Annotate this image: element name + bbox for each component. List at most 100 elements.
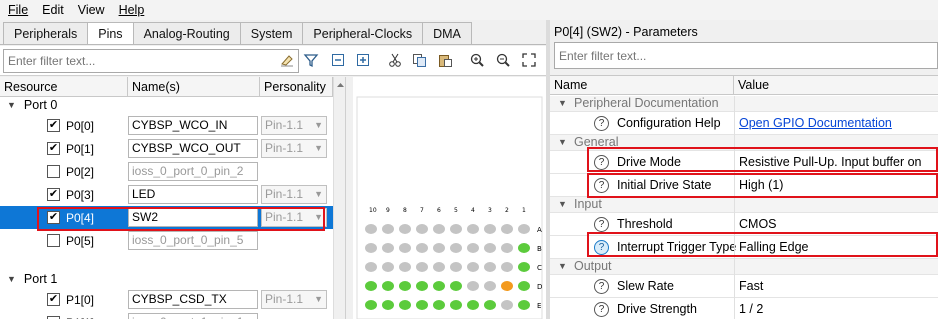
parameter-category[interactable]: ▼ Output [550, 259, 938, 275]
personality-dropdown[interactable]: Pin-1.1 ▼ [261, 290, 327, 309]
device-pin-ball[interactable] [365, 243, 377, 253]
device-pin-ball[interactable] [365, 224, 377, 234]
device-pin-ball[interactable] [501, 300, 513, 310]
collapse-chevron-icon[interactable]: ▼ [558, 137, 567, 147]
tab-peripheral-clocks[interactable]: Peripheral-Clocks [302, 22, 424, 44]
help-icon[interactable]: ? [594, 279, 609, 294]
pin-enable-checkbox[interactable]: ✔ [47, 188, 60, 201]
personality-dropdown[interactable]: Pin-1.1 ▼ [261, 185, 327, 204]
pin-name-field[interactable]: CYBSP_WCO_OUT [128, 139, 258, 158]
help-icon[interactable]: ? [594, 217, 609, 232]
device-pin-ball[interactable] [433, 262, 445, 272]
parameter-row[interactable]: ? Slew Rate Fast [550, 275, 938, 298]
tab-pins[interactable]: Pins [87, 22, 134, 45]
pin-name-field[interactable]: ioss_0_port_0_pin_2 [128, 162, 258, 181]
device-pin-ball[interactable] [416, 262, 428, 272]
device-pin-ball[interactable] [467, 300, 479, 310]
device-pin-ball[interactable] [518, 243, 530, 253]
personality-dropdown[interactable]: Pin-1.1 ▼ [261, 116, 327, 135]
zoom-out-icon[interactable] [494, 51, 512, 69]
device-pin-ball[interactable] [518, 281, 530, 291]
device-pin-ball[interactable] [518, 262, 530, 272]
parameter-row[interactable]: ? Configuration Help Open GPIO Documentati… [550, 112, 938, 135]
pin-name-field[interactable]: CYBSP_WCO_IN [128, 116, 258, 135]
pin-row[interactable]: ✔ P0[3] LED Pin-1.1 ▼ [0, 183, 333, 206]
device-pin-ball[interactable] [416, 224, 428, 234]
device-pin-ball[interactable] [484, 262, 496, 272]
parameter-category[interactable]: ▼ Peripheral Documentation [550, 96, 938, 112]
paste-icon[interactable] [436, 51, 454, 69]
expand-all-icon[interactable] [354, 51, 372, 69]
copy-icon[interactable] [410, 51, 428, 69]
menu-help[interactable]: Help [119, 3, 145, 17]
cut-icon[interactable] [386, 51, 404, 69]
device-pin-ball[interactable] [382, 300, 394, 310]
device-pin-ball[interactable] [416, 281, 428, 291]
parameter-value-cell[interactable]: Fast [734, 275, 938, 298]
tab-dma[interactable]: DMA [422, 22, 472, 44]
col-names[interactable]: Name(s) [128, 77, 260, 97]
pin-enable-checkbox[interactable] [47, 234, 60, 247]
fit-view-icon[interactable] [520, 51, 538, 69]
collapse-chevron-icon[interactable]: ▼ [558, 261, 567, 271]
pin-name-field[interactable]: CYBSP_CSD_TX [128, 290, 258, 309]
pin-row[interactable]: P1[1] ioss_0_port_1_pin_1 [0, 311, 333, 319]
device-pin-ball[interactable] [433, 300, 445, 310]
help-icon[interactable]: ? [594, 302, 609, 317]
collapse-chevron-icon[interactable]: ▼ [558, 199, 567, 209]
parameter-value-cell[interactable]: Open GPIO Documentation [734, 112, 938, 135]
device-pin-ball[interactable] [450, 281, 462, 291]
device-pin-ball[interactable] [382, 243, 394, 253]
parameters-filter-input[interactable] [554, 42, 938, 69]
eraser-icon[interactable] [278, 51, 296, 69]
device-pin-ball[interactable] [399, 300, 411, 310]
device-pin-ball[interactable] [467, 262, 479, 272]
pin-name-field[interactable]: ioss_0_port_1_pin_1 [128, 313, 258, 319]
device-pin-ball[interactable] [399, 224, 411, 234]
pin-enable-checkbox[interactable]: ✔ [47, 119, 60, 132]
pin-enable-checkbox[interactable]: ✔ [47, 142, 60, 155]
device-pin-ball[interactable] [450, 300, 462, 310]
device-pin-ball[interactable] [382, 281, 394, 291]
device-pin-ball[interactable] [467, 224, 479, 234]
col-personality[interactable]: Personality [260, 77, 333, 97]
parameter-value[interactable]: CMOS [739, 217, 777, 231]
pin-row[interactable]: ✔ P1[0] CYBSP_CSD_TX Pin-1.1 ▼ [0, 288, 333, 311]
tab-peripherals[interactable]: Peripherals [3, 22, 89, 44]
device-pin-ball[interactable] [484, 224, 496, 234]
device-pin-ball[interactable] [450, 243, 462, 253]
device-pin-ball[interactable] [501, 224, 513, 234]
tab-system[interactable]: System [239, 22, 304, 44]
menu-edit[interactable]: Edit [42, 3, 64, 17]
personality-dropdown[interactable]: Pin-1.1 ▼ [261, 139, 327, 158]
menu-file[interactable]: File [8, 3, 28, 17]
group-port-1[interactable]: ▼ Port 1 [0, 271, 333, 287]
device-pin-ball[interactable] [399, 262, 411, 272]
filter-input[interactable] [3, 49, 299, 73]
collapse-all-icon[interactable] [329, 51, 347, 69]
device-pin-ball[interactable] [467, 243, 479, 253]
documentation-link[interactable]: Open GPIO Documentation [739, 116, 892, 130]
pin-row[interactable]: ✔ P0[0] CYBSP_WCO_IN Pin-1.1 ▼ [0, 114, 333, 137]
device-pin-ball[interactable] [501, 262, 513, 272]
device-pin-ball[interactable] [484, 281, 496, 291]
device-pin-ball[interactable] [518, 224, 530, 234]
pin-name-field[interactable]: ioss_0_port_0_pin_5 [128, 231, 258, 250]
device-pin-ball[interactable] [467, 281, 479, 291]
device-pin-ball[interactable] [433, 281, 445, 291]
col-value[interactable]: Value [734, 76, 938, 95]
menu-view[interactable]: View [78, 3, 105, 17]
tab-analog-routing[interactable]: Analog-Routing [132, 22, 241, 44]
pin-row[interactable]: ✔ P0[1] CYBSP_WCO_OUT Pin-1.1 ▼ [0, 137, 333, 160]
pin-row[interactable]: P0[2] ioss_0_port_0_pin_2 [0, 160, 333, 183]
device-pin-ball[interactable] [399, 281, 411, 291]
device-pin-ball[interactable] [433, 243, 445, 253]
collapse-chevron-icon[interactable]: ▼ [7, 274, 16, 284]
device-pin-ball[interactable] [484, 300, 496, 310]
col-name[interactable]: Name [550, 76, 734, 95]
filter-icon[interactable] [302, 51, 320, 69]
device-pin-ball[interactable] [365, 300, 377, 310]
pin-enable-checkbox[interactable]: ✔ [47, 293, 60, 306]
parameter-value[interactable]: Fast [739, 279, 763, 293]
device-pin-ball[interactable] [382, 262, 394, 272]
